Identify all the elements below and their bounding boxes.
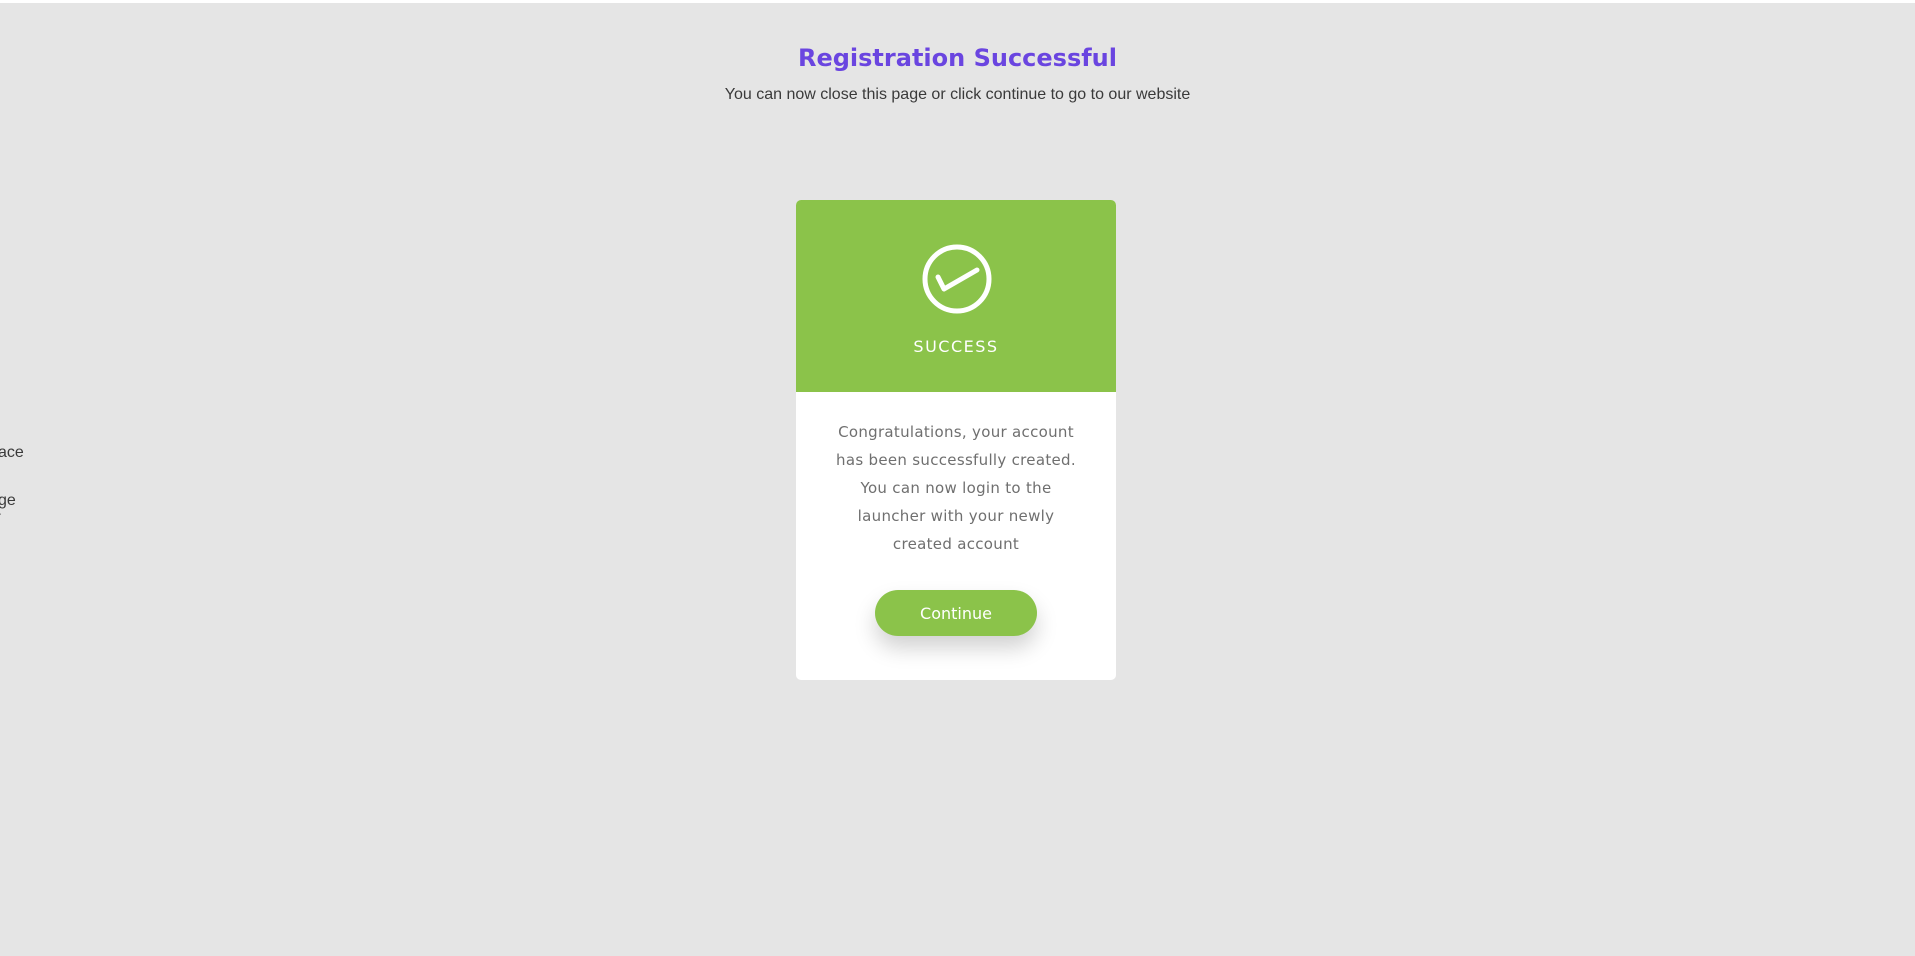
page-title: Registration Successful [797, 44, 1117, 72]
success-card: SUCCESS Congratulations, your account ha… [796, 200, 1116, 680]
clipped-text-fragment: - [0, 510, 1, 520]
clipped-text-fragment: ace [0, 444, 24, 461]
success-message: Congratulations, your account has been s… [836, 423, 1076, 553]
success-status-label: SUCCESS [913, 337, 999, 356]
check-circle-icon [922, 244, 992, 314]
success-card-header: SUCCESS [796, 200, 1116, 392]
page-background: Registration Successful You can now clos… [0, 3, 1915, 956]
page-subtitle: You can now close this page or click con… [724, 86, 1191, 103]
continue-button[interactable]: Continue [875, 590, 1037, 636]
clipped-text-fragment: ge [0, 492, 16, 509]
page-header: Registration Successful You can now clos… [0, 3, 1915, 105]
